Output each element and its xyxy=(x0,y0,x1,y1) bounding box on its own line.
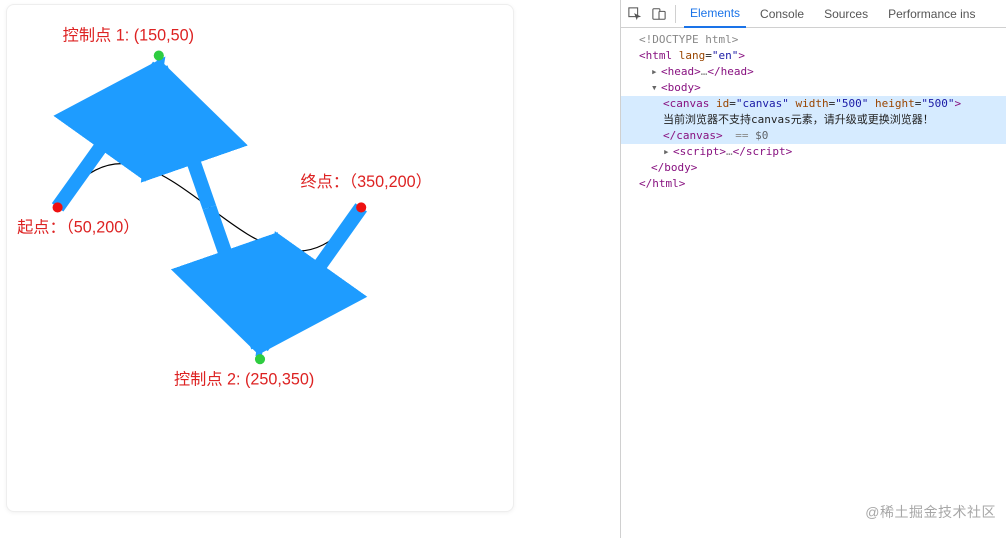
body-close-node[interactable]: </body> xyxy=(627,160,1000,176)
tab-sources[interactable]: Sources xyxy=(818,0,874,27)
end-point xyxy=(356,202,366,212)
toolbar-separator xyxy=(675,5,676,23)
tab-console[interactable]: Console xyxy=(754,0,810,27)
canvas-preview: 起点：（50,200） 控制点 1: (150,50) 控制点 2: (250,… xyxy=(6,4,514,512)
devtools-panel: Elements Console Sources Performance ins… xyxy=(620,0,1006,538)
body-open-node[interactable]: ▾<body> xyxy=(627,80,1000,96)
dom-tree[interactable]: <!DOCTYPE html> <html lang="en"> ▸<head>… xyxy=(621,28,1006,538)
canvas-node-selected[interactable]: ⋯ <canvas id="canvas" width="500" height… xyxy=(621,96,1006,144)
device-toolbar-icon[interactable] xyxy=(651,6,667,22)
end-label: 终点：（350,200） xyxy=(300,173,431,191)
head-node[interactable]: ▸<head>…</head> xyxy=(627,64,1000,80)
arrow-mid-to-cp2 xyxy=(209,207,258,347)
arrow-start-to-cp1 xyxy=(58,66,159,208)
start-point xyxy=(53,202,63,212)
canvas-fallback-text: 当前浏览器不支持canvas元素，请升级或更换浏览器！ xyxy=(627,112,1000,128)
inspect-element-icon[interactable] xyxy=(627,6,643,22)
arrow-mid-to-cp1 xyxy=(161,68,210,208)
devtools-toolbar: Elements Console Sources Performance ins xyxy=(621,0,1006,28)
start-label: 起点：（50,200） xyxy=(17,219,139,237)
cp1-label: 控制点 1: (150,50) xyxy=(63,26,194,44)
control-point-2 xyxy=(255,354,265,364)
script-node[interactable]: ▸<script>…</script> xyxy=(627,144,1000,160)
cp2-label: 控制点 2: (250,350) xyxy=(174,371,314,389)
bezier-figure: 起点：（50,200） 控制点 1: (150,50) 控制点 2: (250,… xyxy=(7,5,513,511)
tab-elements[interactable]: Elements xyxy=(684,1,746,28)
doctype-node[interactable]: <!DOCTYPE html> xyxy=(627,32,1000,48)
html-open-node[interactable]: <html lang="en"> xyxy=(627,48,1000,64)
control-point-1 xyxy=(154,51,164,61)
html-close-node[interactable]: </html> xyxy=(627,176,1000,192)
watermark-text: @稀土掘金技术社区 xyxy=(865,502,996,522)
tab-performance[interactable]: Performance ins xyxy=(882,0,981,27)
arrow-end-to-cp2 xyxy=(262,207,361,347)
